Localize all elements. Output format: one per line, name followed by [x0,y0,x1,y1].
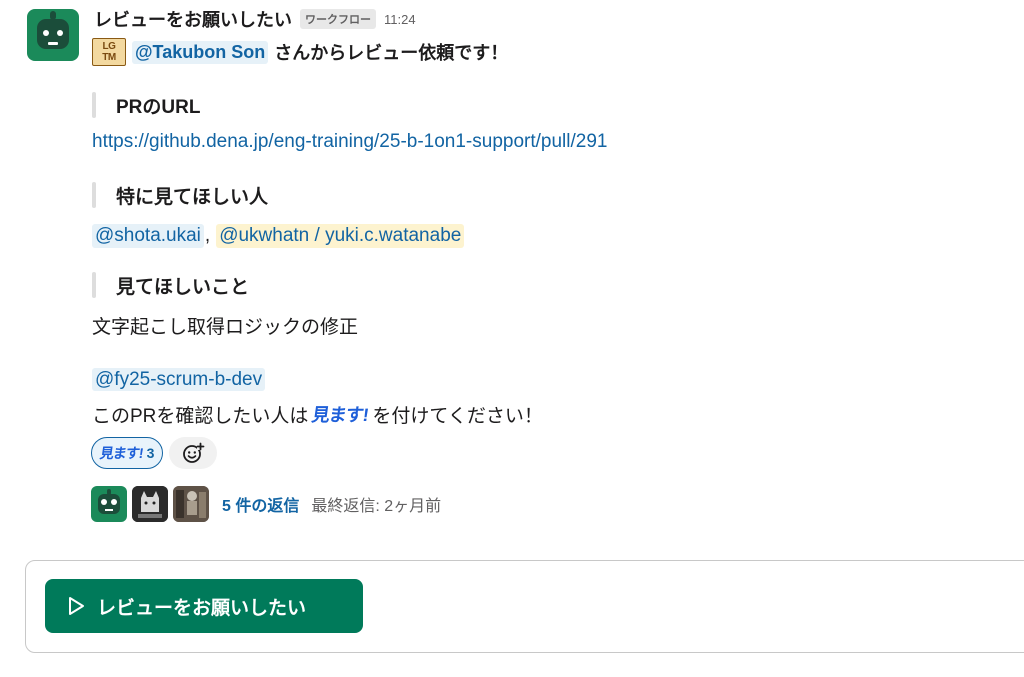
mimasu-emoji: 見ます! [98,445,144,461]
sender-name[interactable]: レビューをお願いしたい [94,6,292,32]
cta-line: このPRを確認したい人は 見ます! を付けてください！ [92,400,543,428]
bot-avatar[interactable] [27,9,79,61]
reviewers-row: @shota.ukai , @ukwhatn / yuki.c.watanabe [92,222,465,250]
reply-avatar-bot [91,486,127,522]
reply-avatar-figure [173,486,209,522]
group-mention-row: @fy25-scrum-b-dev [92,368,266,391]
reply-count-link[interactable]: 5 件の返信 [222,492,299,516]
request-text: さんからレビュー依頼です！ [274,43,509,63]
focus-title: 見てほしいこと [116,276,250,298]
bot-avatar-icon [98,489,120,514]
figure-avatar-icon [173,486,209,522]
workflow-badge: ワークフロー [300,9,376,29]
message-header: レビューをお願いしたい ワークフロー 11:24 [94,6,416,32]
reviewer-mention-2[interactable]: @ukwhatn / yuki.c.watanabe [216,224,465,248]
quote-bar [92,92,96,118]
reply-avatar-cat [132,486,168,522]
bot-eye-right [57,30,63,36]
reaction-count: 3 [146,445,155,461]
last-reply-time: 最終返信: 2ヶ月前 [311,498,442,515]
add-reaction-icon [183,442,205,463]
bot-mouth [48,42,58,45]
cta-before: このPRを確認したい人は [92,405,309,427]
reviewer-separator: , [204,225,211,246]
reviewers-title: 特に見てほしい人 [116,186,269,208]
pr-url-link[interactable]: https://github.dena.jp/eng-training/25-b… [92,131,607,153]
mimasu-emoji: 見ます! [310,405,370,425]
pr-url-heading: PRのURL [92,92,200,118]
reactions-bar: 見ます! 3 [91,437,218,469]
reaction-mimasu[interactable]: 見ます! 3 [91,437,164,469]
lgtm-line1: LG [102,41,116,52]
play-icon [69,597,84,615]
workflow-button-label: レビューをお願いしたい [97,597,307,619]
reviewers-heading: 特に見てほしい人 [92,182,268,208]
pr-url-title: PRのURL [116,96,201,118]
cta-after: を付けてください！ [372,405,543,427]
add-reaction-button[interactable] [169,437,218,469]
focus-heading: 見てほしいこと [92,272,249,298]
bot-eye-left [43,30,49,36]
cat-avatar-icon [132,486,168,522]
timestamp[interactable]: 11:24 [384,12,416,27]
quote-bar [92,182,96,208]
lgtm-icon: LG TM [92,38,126,66]
quote-bar [92,272,96,298]
group-mention[interactable]: @fy25-scrum-b-dev [92,368,266,391]
start-workflow-button[interactable]: レビューをお願いしたい [45,579,363,633]
focus-text: 文字起こし取得ロジックの修正 [92,317,359,338]
lgtm-line2: TM [102,52,116,63]
request-line: LG TM @Takubon Son さんからレビュー依頼です！ [92,38,508,66]
requester-mention[interactable]: @Takubon Son [132,40,269,64]
reviewer-mention-1[interactable]: @shota.ukai [92,224,204,248]
thread-summary[interactable]: 5 件の返信 最終返信: 2ヶ月前 [91,486,441,522]
